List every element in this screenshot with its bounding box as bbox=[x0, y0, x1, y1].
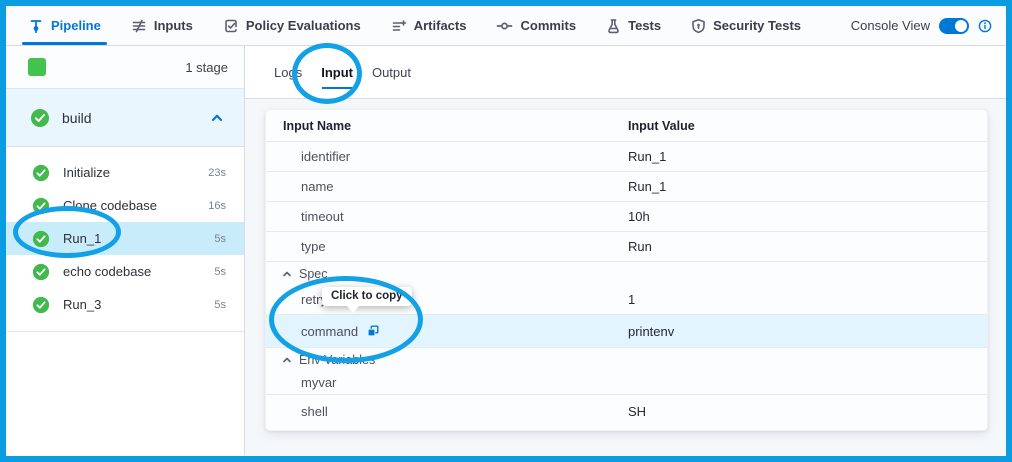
section-label: Env Variables bbox=[299, 353, 375, 367]
top-nav: Pipeline Inputs Policy Evaluations Artif… bbox=[6, 6, 1006, 46]
toggle-knob bbox=[955, 20, 967, 32]
table-row: shell SH bbox=[266, 395, 987, 428]
console-view-toggle[interactable] bbox=[939, 18, 969, 34]
step-duration: 16s bbox=[208, 200, 226, 212]
detail-tabs: Logs Input Output bbox=[245, 46, 1006, 99]
nav-item-label: Pipeline bbox=[51, 18, 101, 33]
input-name: type bbox=[301, 239, 326, 254]
input-name: name bbox=[301, 179, 334, 194]
table-header-row: Input Name Input Value bbox=[266, 110, 987, 142]
tab-content: Input Name Input Value identifier Run_1 … bbox=[245, 99, 1006, 455]
flask-icon bbox=[606, 18, 621, 34]
step-duration: 5s bbox=[214, 266, 226, 278]
input-name: command bbox=[301, 324, 358, 339]
table-row: myvar bbox=[266, 371, 987, 395]
commit-icon bbox=[496, 18, 513, 34]
app-window: Pipeline Inputs Policy Evaluations Artif… bbox=[0, 0, 1012, 462]
success-check-icon bbox=[32, 164, 50, 182]
shield-icon bbox=[691, 18, 706, 34]
console-view-label: Console View bbox=[851, 18, 930, 33]
step-duration: 23s bbox=[208, 167, 226, 179]
step-item-run-1[interactable]: Run_1 5s bbox=[6, 222, 244, 255]
stage-summary: 1 stage bbox=[6, 46, 244, 89]
nav-item-security-tests[interactable]: Security Tests bbox=[691, 6, 801, 45]
input-name: myvar bbox=[301, 375, 336, 390]
input-value: 10h bbox=[628, 209, 987, 224]
input-value: Run_1 bbox=[628, 179, 987, 194]
nav-item-label: Security Tests bbox=[713, 18, 801, 33]
stage-status-square bbox=[28, 58, 46, 76]
input-table: Input Name Input Value identifier Run_1 … bbox=[265, 109, 988, 431]
step-details-panel: Logs Input Output Input Name Input Value… bbox=[245, 46, 1006, 455]
table-row-command: command printenv bbox=[266, 315, 987, 348]
input-name: timeout bbox=[301, 209, 344, 224]
nav-item-tests[interactable]: Tests bbox=[606, 6, 661, 45]
step-item-run-3[interactable]: Run_3 5s bbox=[6, 288, 244, 321]
click-to-copy-tooltip: Click to copy bbox=[322, 287, 412, 306]
table-row: identifier Run_1 bbox=[266, 142, 987, 172]
step-label: Initialize bbox=[63, 165, 110, 180]
section-label: Spec bbox=[299, 267, 328, 281]
step-item-echo-codebase[interactable]: echo codebase 5s bbox=[6, 255, 244, 288]
nav-item-commits[interactable]: Commits bbox=[496, 6, 576, 45]
input-value: Run_1 bbox=[628, 149, 987, 164]
section-collapse-icon[interactable] bbox=[282, 355, 292, 365]
success-check-icon bbox=[30, 108, 50, 128]
chevron-up-icon[interactable] bbox=[210, 111, 224, 125]
table-row: timeout 10h bbox=[266, 202, 987, 232]
nav-item-label: Tests bbox=[628, 18, 661, 33]
execution-sidebar: 1 stage build Initialize 23s bbox=[6, 46, 245, 455]
tab-label: Output bbox=[372, 65, 411, 80]
column-header-input-name: Input Name bbox=[266, 119, 628, 133]
tab-input[interactable]: Input bbox=[321, 46, 353, 98]
table-row: type Run bbox=[266, 232, 987, 262]
input-name: shell bbox=[301, 404, 328, 419]
info-icon[interactable] bbox=[978, 19, 992, 33]
artifacts-icon bbox=[391, 18, 407, 34]
tab-logs[interactable]: Logs bbox=[274, 46, 302, 98]
step-duration: 5s bbox=[214, 299, 226, 311]
success-check-icon bbox=[32, 197, 50, 215]
table-row: name Run_1 bbox=[266, 172, 987, 202]
step-list: Initialize 23s Clone codebase 16s Run_1 … bbox=[6, 147, 244, 332]
nav-right-controls: Console View bbox=[851, 18, 992, 34]
section-collapse-icon[interactable] bbox=[282, 269, 292, 279]
section-row-env-variables[interactable]: Env Variables bbox=[266, 348, 987, 371]
step-item-clone-codebase[interactable]: Clone codebase 16s bbox=[6, 189, 244, 222]
tab-output[interactable]: Output bbox=[372, 46, 411, 98]
step-label: Run_1 bbox=[63, 231, 101, 246]
nav-item-label: Policy Evaluations bbox=[246, 18, 361, 33]
step-label: echo codebase bbox=[63, 264, 151, 279]
copy-icon[interactable] bbox=[366, 324, 380, 338]
stage-count: 1 stage bbox=[185, 60, 228, 75]
input-value: 1 bbox=[628, 292, 987, 307]
stage-group-build[interactable]: build bbox=[6, 89, 244, 147]
input-value: SH bbox=[628, 404, 987, 419]
nav-item-inputs[interactable]: Inputs bbox=[131, 6, 193, 45]
step-label: Run_3 bbox=[63, 297, 101, 312]
nav-item-pipeline[interactable]: Pipeline bbox=[28, 6, 101, 45]
column-header-input-value: Input Value bbox=[628, 119, 987, 133]
input-name: identifier bbox=[301, 149, 350, 164]
policy-check-icon bbox=[223, 18, 239, 34]
tab-label: Input bbox=[321, 65, 353, 80]
inputs-icon bbox=[131, 18, 147, 34]
tab-label: Logs bbox=[274, 65, 302, 80]
input-value: printenv bbox=[628, 324, 987, 339]
nav-item-artifacts[interactable]: Artifacts bbox=[391, 6, 467, 45]
nav-item-policy-evaluations[interactable]: Policy Evaluations bbox=[223, 6, 361, 45]
success-check-icon bbox=[32, 230, 50, 248]
nav-item-label: Commits bbox=[520, 18, 576, 33]
section-row-spec[interactable]: Spec bbox=[266, 262, 987, 285]
pipeline-icon bbox=[28, 18, 44, 34]
input-value: Run bbox=[628, 239, 987, 254]
success-check-icon bbox=[32, 263, 50, 281]
success-check-icon bbox=[32, 296, 50, 314]
nav-item-label: Inputs bbox=[154, 18, 193, 33]
step-item-initialize[interactable]: Initialize 23s bbox=[6, 156, 244, 189]
stage-group-label: build bbox=[62, 110, 92, 126]
nav-item-label: Artifacts bbox=[414, 18, 467, 33]
step-label: Clone codebase bbox=[63, 198, 157, 213]
step-duration: 5s bbox=[214, 233, 226, 245]
